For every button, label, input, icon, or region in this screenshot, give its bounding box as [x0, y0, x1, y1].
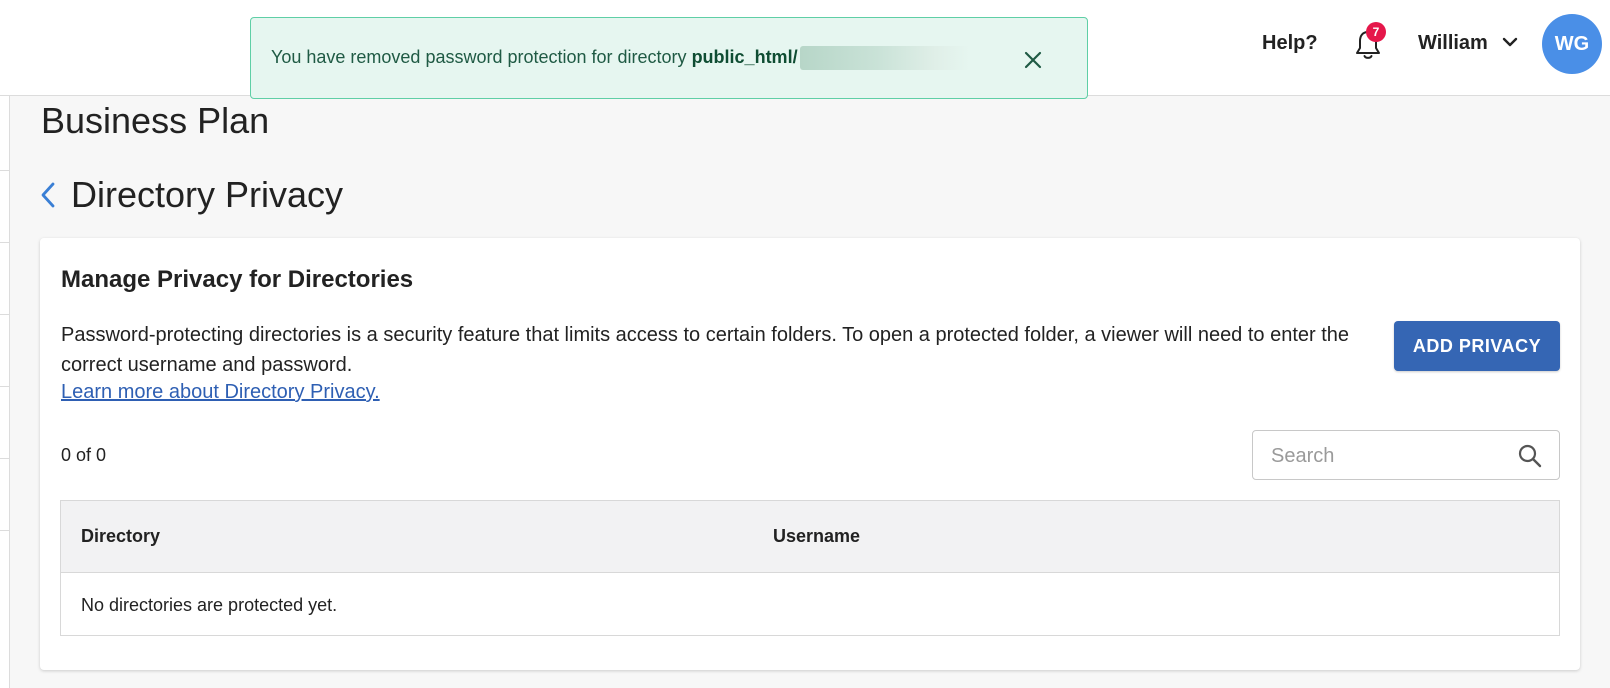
back-chevron-icon[interactable] [38, 180, 58, 210]
sidebar-divider [0, 170, 10, 171]
chevron-down-icon[interactable] [1502, 36, 1518, 48]
sidebar-divider [0, 242, 10, 243]
close-icon[interactable] [1021, 48, 1045, 72]
search-icon[interactable] [1517, 443, 1543, 469]
result-count: 0 of 0 [61, 445, 107, 465]
redacted-text [799, 46, 970, 70]
avatar[interactable]: WG [1542, 14, 1602, 74]
user-menu[interactable]: William [1418, 32, 1488, 55]
help-link[interactable]: Help? [1262, 32, 1318, 55]
sidebar-edge [0, 96, 10, 688]
column-header-username[interactable]: Username [773, 526, 860, 547]
empty-message: No directories are protected yet. [81, 595, 338, 615]
sidebar-divider [0, 314, 10, 315]
card-description: Password-protecting directories is a sec… [61, 324, 1350, 376]
sidebar-divider [0, 386, 10, 387]
success-toast: You have removed password protection for… [250, 17, 1088, 99]
search-input[interactable] [1269, 441, 1513, 471]
learn-more-link[interactable]: Learn more about Directory Privacy. [61, 381, 380, 404]
table-header: Directory Username [61, 501, 1559, 573]
toast-message-text: You have removed password protection for… [271, 46, 692, 67]
column-header-directory[interactable]: Directory [81, 526, 160, 547]
page-title: Directory Privacy [71, 174, 344, 215]
toast-directory: public_html/ [691, 46, 798, 67]
plan-title: Business Plan [41, 100, 270, 141]
notification-badge: 7 [1366, 22, 1386, 42]
toast-message: You have removed password protection for… [271, 46, 970, 70]
sidebar-divider [0, 458, 10, 459]
sidebar-divider [0, 530, 10, 531]
card-title: Manage Privacy for Directories [61, 266, 414, 293]
directories-table: Directory Username No directories are pr… [60, 500, 1560, 636]
add-privacy-button[interactable]: ADD PRIVACY [1394, 321, 1560, 371]
privacy-card: Manage Privacy for Directories Password-… [40, 238, 1580, 670]
search-box [1252, 430, 1560, 480]
